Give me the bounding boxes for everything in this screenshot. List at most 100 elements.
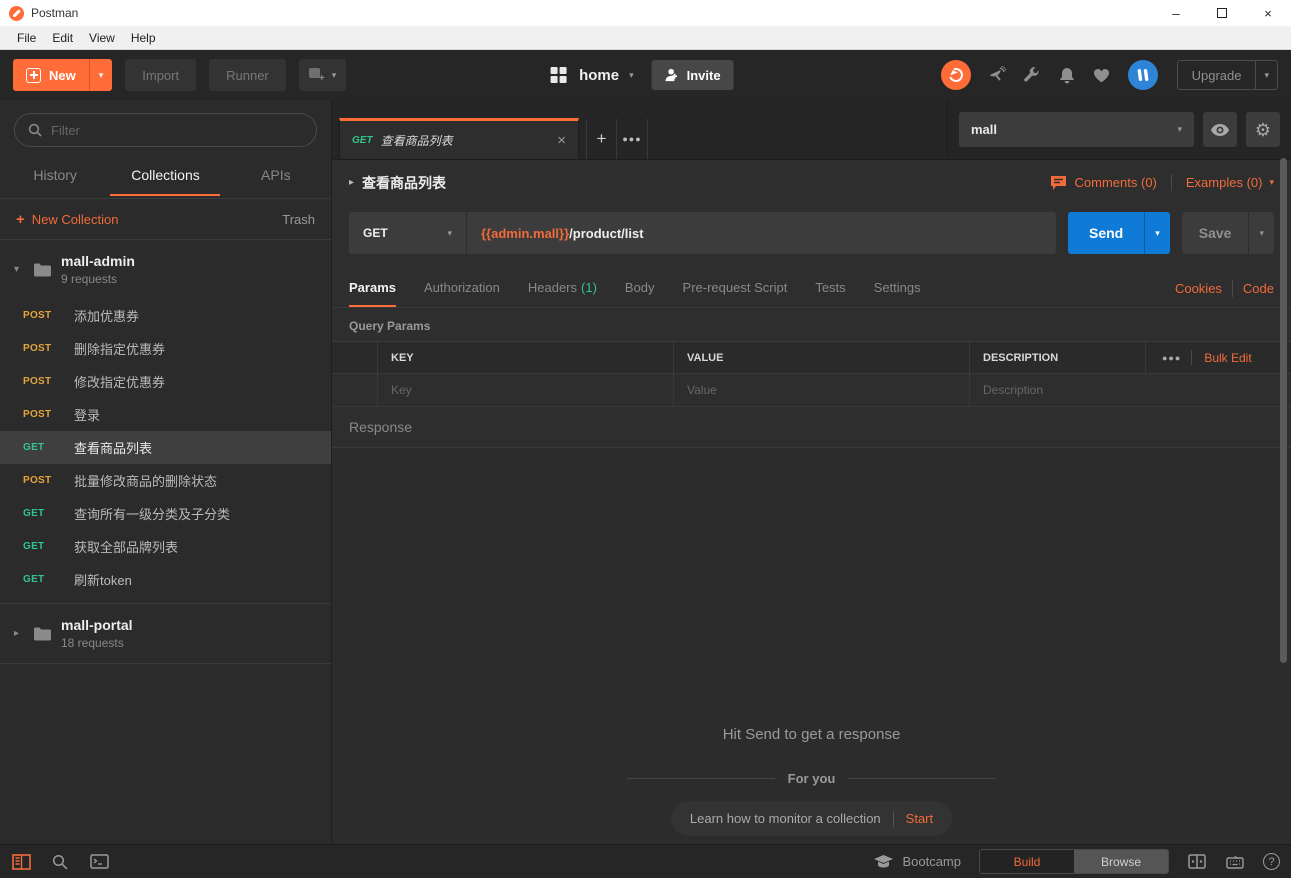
request-row[interactable]: GET 获取全部品牌列表 [0, 530, 331, 563]
workspace-name[interactable]: home [579, 67, 619, 84]
tab-params[interactable]: Params [349, 269, 396, 307]
url-input[interactable]: {{admin.mall}} /product/list [467, 212, 1056, 254]
environment-selector[interactable]: mall ▾ [959, 112, 1194, 147]
params-table-header: KEY VALUE DESCRIPTION ●●● Bulk Edit [332, 341, 1291, 374]
browse-tab[interactable]: Browse [1074, 850, 1168, 873]
save-button[interactable]: Save ▾ [1181, 212, 1274, 254]
examples-button[interactable]: Examples (0) ▾ [1186, 175, 1274, 190]
favorites-button[interactable] [1093, 66, 1111, 84]
tab-pre-request-script[interactable]: Pre-request Script [683, 269, 788, 307]
interceptor-button[interactable] [1023, 66, 1041, 84]
upgrade-button[interactable]: Upgrade ▾ [1176, 60, 1278, 90]
request-row[interactable]: POST 删除指定优惠券 [0, 332, 331, 365]
for-you-label: For you [787, 771, 836, 786]
promo-start-button[interactable]: Start [906, 811, 933, 826]
menu-help[interactable]: Help [123, 31, 164, 45]
new-tab-button[interactable]: + [586, 119, 617, 159]
save-options-caret[interactable]: ▾ [1248, 212, 1274, 254]
tab-options-button[interactable]: ●●● [617, 119, 648, 159]
caret-right-icon[interactable]: ▸ [14, 628, 24, 639]
param-key-input[interactable] [391, 383, 660, 397]
tab-settings[interactable]: Settings [874, 269, 921, 307]
request-row[interactable]: POST 登录 [0, 398, 331, 431]
trash-button[interactable]: Trash [282, 212, 315, 227]
new-button[interactable]: New ▾ [13, 59, 113, 91]
tab-headers[interactable]: Headers (1) [528, 269, 597, 307]
shortcuts-button[interactable] [1225, 853, 1245, 871]
code-link[interactable]: Code [1243, 281, 1274, 296]
title-bar: Postman – × [0, 0, 1291, 26]
request-tabs: Params Authorization Headers (1) Body Pre… [332, 269, 1291, 308]
monitor-promo-pill[interactable]: Learn how to monitor a collection Start [670, 801, 953, 836]
notifications-button[interactable] [1058, 66, 1076, 84]
bootcamp-button[interactable]: Bootcamp [874, 854, 961, 869]
row-handle[interactable] [332, 374, 378, 406]
tab-body[interactable]: Body [625, 269, 655, 307]
menu-view[interactable]: View [81, 31, 123, 45]
workspace-grid-icon[interactable] [550, 67, 567, 83]
vertical-scrollbar[interactable] [1280, 158, 1287, 663]
request-row[interactable]: GET 查询所有一级分类及子分类 [0, 497, 331, 530]
workspace-caret-icon[interactable]: ▾ [629, 70, 634, 81]
request-title-toggle[interactable]: ▸ 查看商品列表 [349, 173, 446, 193]
new-button-caret[interactable]: ▾ [88, 59, 113, 91]
tab-history[interactable]: History [0, 160, 110, 198]
sync-button[interactable] [940, 60, 971, 90]
request-row[interactable]: GET 刷新token [0, 563, 331, 596]
console-button[interactable] [89, 853, 109, 871]
invite-button[interactable]: Invite [651, 60, 734, 90]
collection-mall-admin[interactable]: ▾ mall-admin 9 requests [0, 240, 331, 299]
url-variable: {{admin.mall}} [481, 225, 570, 241]
headers-count-badge: (1) [581, 279, 597, 295]
menu-file[interactable]: File [9, 31, 44, 45]
comments-label: Comments (0) [1074, 175, 1157, 190]
capture-requests-button[interactable] [988, 66, 1006, 84]
filter-input[interactable] [51, 122, 303, 138]
bulk-edit-button[interactable]: Bulk Edit [1192, 351, 1263, 365]
new-window-button[interactable]: ▾ [298, 59, 347, 91]
tab-authorization[interactable]: Authorization [424, 269, 500, 307]
request-row[interactable]: POST 修改指定优惠券 [0, 365, 331, 398]
find-button[interactable] [50, 853, 70, 871]
help-button[interactable]: ? [1263, 853, 1280, 870]
minimize-button[interactable]: – [1153, 0, 1199, 26]
environment-settings-button[interactable]: ⚙ [1246, 112, 1280, 147]
request-row-selected[interactable]: GET 查看商品列表 [0, 431, 331, 464]
tab-close-icon[interactable]: × [557, 132, 566, 149]
two-pane-view-button[interactable] [1187, 853, 1207, 871]
upgrade-caret[interactable]: ▾ [1255, 61, 1277, 89]
new-collection-button[interactable]: + New Collection [16, 211, 118, 228]
close-button[interactable]: × [1245, 0, 1291, 26]
filter-box[interactable] [14, 113, 317, 147]
send-button[interactable]: Send ▾ [1068, 212, 1170, 254]
comments-button[interactable]: Comments (0) [1050, 175, 1157, 191]
cookies-link[interactable]: Cookies [1175, 281, 1222, 296]
params-options-button[interactable]: ●●● [1152, 353, 1191, 363]
param-value-input[interactable] [687, 383, 956, 397]
main-panel: GET 查看商品列表 × + ●●● mall ▾ ⚙ ▸ 查看商品列表 Com… [332, 100, 1291, 844]
tab-collections[interactable]: Collections [110, 160, 221, 198]
build-tab[interactable]: Build [980, 850, 1074, 873]
collection-count: 9 requests [61, 272, 118, 286]
method-selector[interactable]: GET ▾ [349, 212, 467, 254]
build-browse-toggle: Build Browse [979, 849, 1169, 874]
runner-button[interactable]: Runner [209, 59, 286, 91]
request-row[interactable]: POST 添加优惠券 [0, 299, 331, 332]
toggle-sidebar-button[interactable] [11, 853, 31, 871]
environment-quick-look-button[interactable] [1203, 112, 1237, 147]
tab-tests[interactable]: Tests [815, 269, 845, 307]
send-options-caret[interactable]: ▾ [1144, 212, 1170, 254]
maximize-button[interactable] [1199, 0, 1245, 26]
tab-apis[interactable]: APIs [221, 160, 331, 198]
gear-icon: ⚙ [1254, 119, 1272, 140]
request-tab[interactable]: GET 查看商品列表 × [339, 118, 579, 159]
collection-mall-portal[interactable]: ▸ mall-portal 18 requests [0, 603, 331, 664]
user-avatar[interactable] [1127, 60, 1158, 90]
param-description-input[interactable] [983, 383, 1278, 397]
request-row[interactable]: POST 批量修改商品的删除状态 [0, 464, 331, 497]
tab-title: 查看商品列表 [380, 133, 453, 148]
import-button[interactable]: Import [125, 59, 197, 91]
upgrade-button-label: Upgrade [1191, 67, 1242, 83]
menu-edit[interactable]: Edit [44, 31, 81, 45]
caret-down-icon[interactable]: ▾ [14, 264, 24, 275]
